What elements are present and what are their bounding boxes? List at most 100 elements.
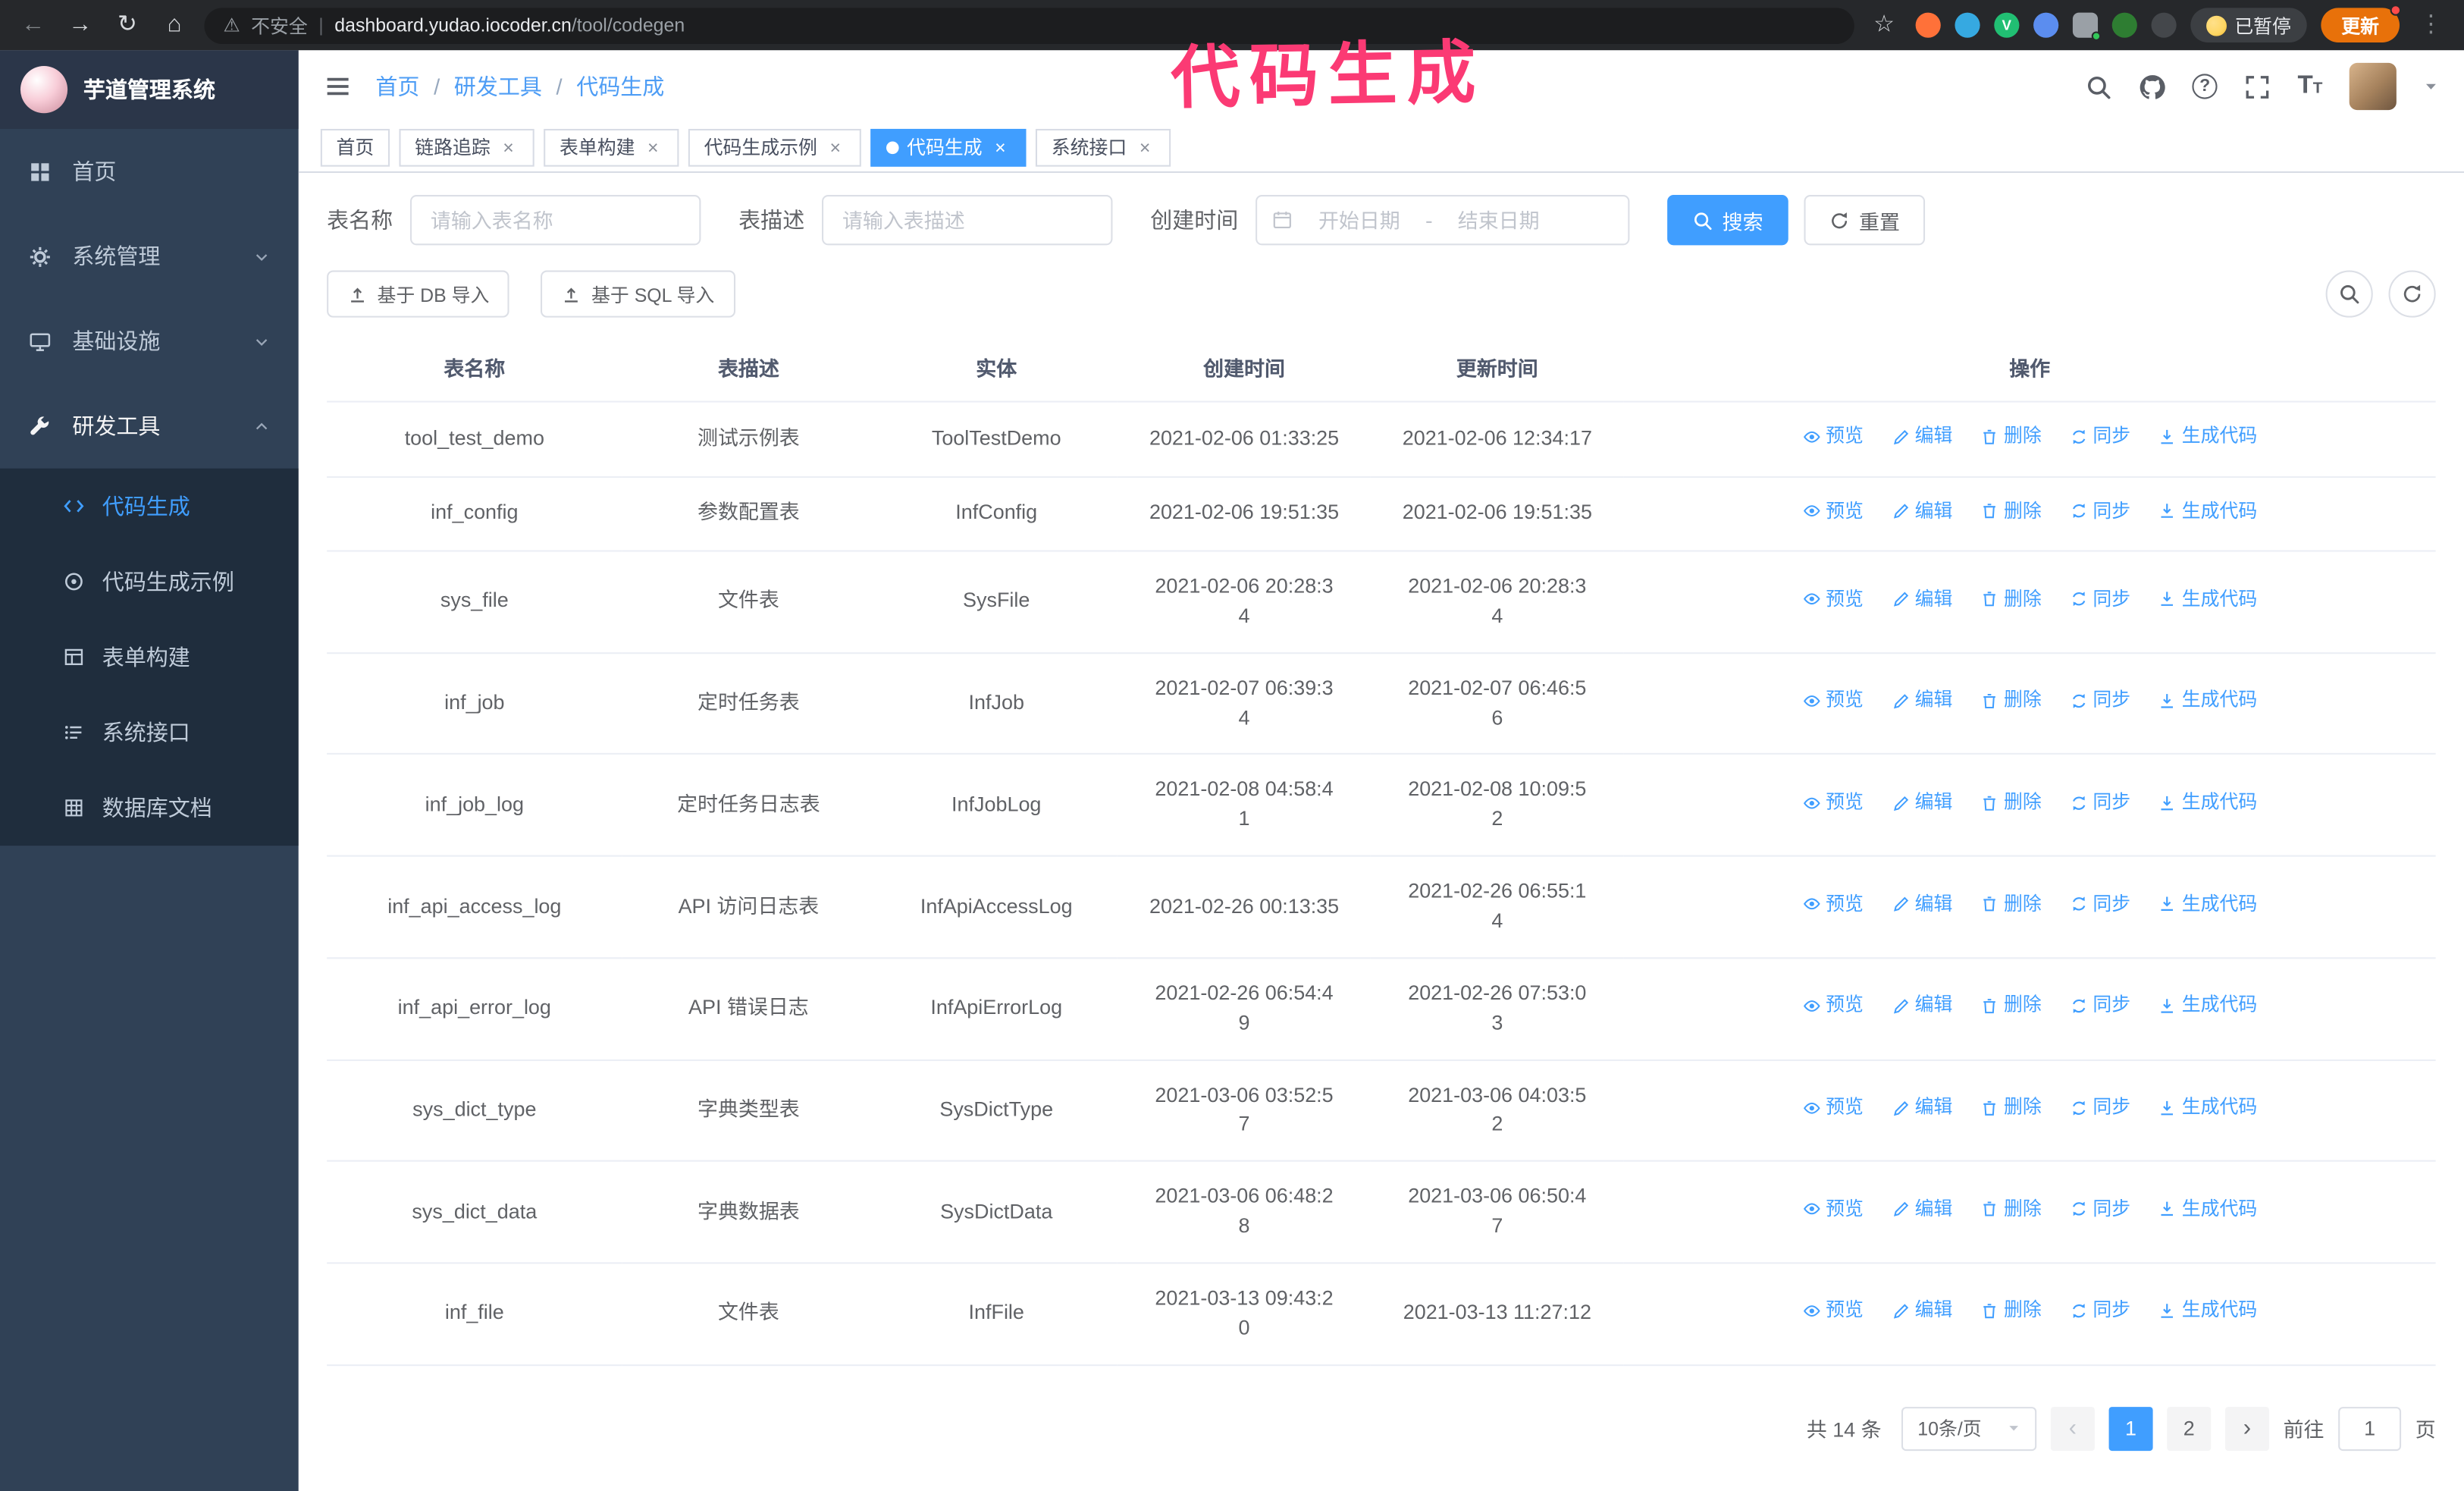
bookmark-star-icon[interactable]: ☆ xyxy=(1867,0,1901,50)
delete-link[interactable]: 删除 xyxy=(1980,1196,2042,1223)
generate-code-link[interactable]: 生成代码 xyxy=(2158,1298,2257,1325)
generate-code-link[interactable]: 生成代码 xyxy=(2158,1196,2257,1223)
breadcrumb-home[interactable]: 首页 xyxy=(375,71,419,102)
preview-link[interactable]: 预览 xyxy=(1802,993,1864,1020)
sync-link[interactable]: 同步 xyxy=(2069,687,2130,714)
sync-link[interactable]: 同步 xyxy=(2069,891,2130,918)
preview-link[interactable]: 预览 xyxy=(1802,498,1864,525)
close-icon[interactable]: × xyxy=(825,136,845,158)
sidebar-item-infrastructure[interactable]: 基础设施 xyxy=(0,299,299,384)
generate-code-link[interactable]: 生成代码 xyxy=(2158,687,2257,714)
forward-icon[interactable]: → xyxy=(63,0,98,50)
help-icon[interactable]: ? xyxy=(2192,74,2218,99)
tab-trace[interactable]: 链路追踪 × xyxy=(399,127,534,166)
goto-page-input[interactable] xyxy=(2338,1406,2402,1451)
date-range-picker[interactable]: - xyxy=(1256,195,1630,246)
sidebar-item-codegen-example[interactable]: 代码生成示例 xyxy=(0,544,299,619)
caret-down-icon[interactable] xyxy=(2423,79,2439,95)
edit-link[interactable]: 编辑 xyxy=(1891,789,1952,817)
sync-link[interactable]: 同步 xyxy=(2069,585,2130,613)
user-avatar[interactable] xyxy=(2349,62,2397,111)
delete-link[interactable]: 删除 xyxy=(1980,891,2042,918)
page-size-select[interactable]: 10条/页 xyxy=(1901,1406,2037,1451)
extension-icon[interactable] xyxy=(2033,12,2059,38)
preview-link[interactable]: 预览 xyxy=(1802,1094,1864,1122)
close-icon[interactable]: × xyxy=(990,136,1011,158)
preview-link[interactable]: 预览 xyxy=(1802,585,1864,613)
end-date-input[interactable] xyxy=(1440,208,1557,232)
delete-link[interactable]: 删除 xyxy=(1980,1094,2042,1122)
breadcrumb-dev-tools[interactable]: 研发工具 xyxy=(454,71,542,102)
preview-link[interactable]: 预览 xyxy=(1802,687,1864,714)
edit-link[interactable]: 编辑 xyxy=(1891,1094,1952,1122)
paused-badge[interactable]: 已暂停 xyxy=(2190,8,2307,42)
toggle-search-button[interactable] xyxy=(2325,270,2373,318)
sync-link[interactable]: 同步 xyxy=(2069,1196,2130,1223)
generate-code-link[interactable]: 生成代码 xyxy=(2158,789,2257,817)
delete-link[interactable]: 删除 xyxy=(1980,498,2042,525)
back-icon[interactable]: ← xyxy=(16,0,51,50)
sync-link[interactable]: 同步 xyxy=(2069,423,2130,450)
generate-code-link[interactable]: 生成代码 xyxy=(2158,423,2257,450)
sync-link[interactable]: 同步 xyxy=(2069,1298,2130,1325)
font-size-icon[interactable]: TT xyxy=(2298,73,2323,99)
generate-code-link[interactable]: 生成代码 xyxy=(2158,891,2257,918)
tab-home[interactable]: 首页 xyxy=(320,127,390,166)
sidebar-item-db-docs[interactable]: 数据库文档 xyxy=(0,771,299,846)
edit-link[interactable]: 编辑 xyxy=(1891,423,1952,450)
url-bar[interactable]: ⚠ 不安全 | dashboard.yudao.iocoder.cn/tool/… xyxy=(204,7,1854,43)
table-name-input[interactable] xyxy=(409,195,701,246)
edit-link[interactable]: 编辑 xyxy=(1891,1196,1952,1223)
close-icon[interactable]: × xyxy=(1135,136,1155,158)
search-button[interactable]: 搜索 xyxy=(1667,195,1788,246)
tab-system-api[interactable]: 系统接口 × xyxy=(1036,127,1171,166)
delete-link[interactable]: 删除 xyxy=(1980,585,2042,613)
sync-link[interactable]: 同步 xyxy=(2069,498,2130,525)
sidebar-item-system-management[interactable]: 系统管理 xyxy=(0,214,299,299)
edit-link[interactable]: 编辑 xyxy=(1891,891,1952,918)
home-icon[interactable]: ⌂ xyxy=(157,0,192,50)
page-button-1[interactable]: 1 xyxy=(2108,1406,2153,1451)
delete-link[interactable]: 删除 xyxy=(1980,993,2042,1020)
preview-link[interactable]: 预览 xyxy=(1802,1196,1864,1223)
sidebar-item-dev-tools[interactable]: 研发工具 xyxy=(0,384,299,469)
next-page-button[interactable]: › xyxy=(2224,1406,2269,1451)
table-desc-input[interactable] xyxy=(822,195,1113,246)
extension-icon[interactable] xyxy=(2072,12,2102,41)
page-button-2[interactable]: 2 xyxy=(2167,1406,2212,1451)
delete-link[interactable]: 删除 xyxy=(1980,687,2042,714)
generate-code-link[interactable]: 生成代码 xyxy=(2158,498,2257,525)
generate-code-link[interactable]: 生成代码 xyxy=(2158,1094,2257,1122)
preview-link[interactable]: 预览 xyxy=(1802,423,1864,450)
delete-link[interactable]: 删除 xyxy=(1980,789,2042,817)
sidebar-item-codegen[interactable]: 代码生成 xyxy=(0,469,299,544)
sync-link[interactable]: 同步 xyxy=(2069,993,2130,1020)
extension-icon[interactable]: V xyxy=(1994,12,2020,38)
delete-link[interactable]: 删除 xyxy=(1980,423,2042,450)
import-sql-button[interactable]: 基于 SQL 导入 xyxy=(541,270,735,318)
tab-codegen-example[interactable]: 代码生成示例 × xyxy=(688,127,861,166)
close-icon[interactable]: × xyxy=(498,136,519,158)
search-icon[interactable] xyxy=(2086,73,2112,99)
sidebar-toggle-icon[interactable] xyxy=(324,72,352,100)
reload-icon[interactable]: ↻ xyxy=(110,0,145,50)
github-icon[interactable] xyxy=(2139,73,2165,99)
menu-kebab-icon[interactable]: ⋮ xyxy=(2414,0,2449,50)
edit-link[interactable]: 编辑 xyxy=(1891,687,1952,714)
extension-icon[interactable] xyxy=(2111,12,2137,38)
generate-code-link[interactable]: 生成代码 xyxy=(2158,993,2257,1020)
extension-icon[interactable] xyxy=(1955,12,1980,38)
start-date-input[interactable] xyxy=(1301,208,1418,232)
preview-link[interactable]: 预览 xyxy=(1802,1298,1864,1325)
edit-link[interactable]: 编辑 xyxy=(1891,1298,1952,1325)
sidebar-item-system-api[interactable]: 系统接口 xyxy=(0,695,299,770)
tab-form-builder[interactable]: 表单构建 × xyxy=(544,127,679,166)
extension-icon[interactable] xyxy=(2151,12,2177,38)
import-db-button[interactable]: 基于 DB 导入 xyxy=(327,270,510,318)
preview-link[interactable]: 预览 xyxy=(1802,789,1864,817)
edit-link[interactable]: 编辑 xyxy=(1891,993,1952,1020)
prev-page-button[interactable]: ‹ xyxy=(2050,1406,2095,1451)
reset-button[interactable]: 重置 xyxy=(1804,195,1926,246)
preview-link[interactable]: 预览 xyxy=(1802,891,1864,918)
extension-icon[interactable] xyxy=(1915,12,1941,38)
